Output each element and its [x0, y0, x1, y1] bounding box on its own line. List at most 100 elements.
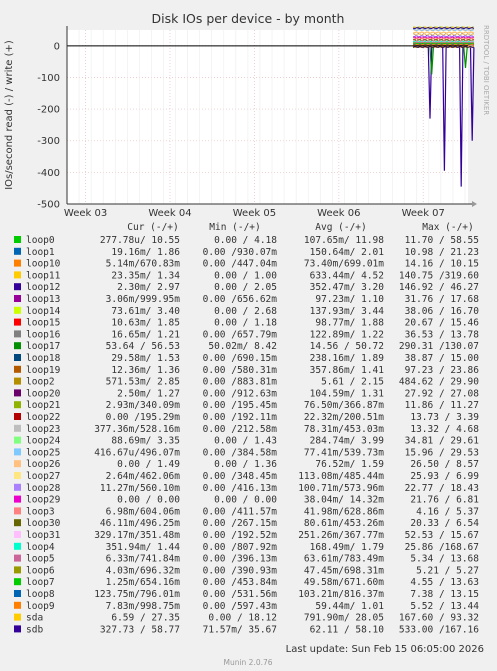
- legend-max: 484.62 / 29.90: [399, 377, 479, 388]
- legend-max: 533.00 /167.16: [399, 624, 479, 635]
- legend-min: 0.00 /348.45m: [203, 471, 278, 482]
- legend-avg: 14.56 / 50.72: [310, 341, 384, 352]
- legend-swatch-loop0: [14, 236, 21, 243]
- legend-cur: 12.36m/ 1.36: [111, 365, 180, 376]
- legend-swatch-loop31: [14, 531, 21, 538]
- legend-max: 34.81 / 29.61: [405, 436, 480, 447]
- legend-series-name: loop7: [26, 577, 55, 588]
- legend-min: 0.00 /807.92m: [203, 542, 278, 553]
- legend-cur: 351.94m/ 1.44: [106, 542, 181, 553]
- legend-max: 20.67 / 15.46: [405, 318, 480, 329]
- legend-max: 167.60 / 93.32: [399, 613, 479, 624]
- legend-series-name: loop2: [26, 377, 55, 388]
- legend-swatch-loop15: [14, 318, 21, 326]
- legend-max: 11.86 / 11.27: [405, 400, 479, 411]
- legend-avg: 122.89m/ 1.22: [310, 329, 384, 340]
- legend-series-name: loop5: [26, 554, 55, 565]
- legend-swatch-sdb: [14, 625, 21, 633]
- legend-swatch-loop24: [14, 436, 21, 444]
- legend-cur: 277.78u/ 10.55: [100, 235, 180, 246]
- legend-cur: 123.75m/796.01m: [94, 589, 180, 600]
- legend-max: 15.96 / 29.53: [405, 447, 479, 458]
- legend-header-avg: Avg (-/+): [315, 222, 366, 233]
- legend-cur: 29.58m/ 1.53: [111, 353, 180, 364]
- legend-max: 97.23 / 23.86: [405, 365, 480, 376]
- legend-max: 5.34 / 13.68: [410, 554, 479, 565]
- legend-max: 140.75 /319.60: [399, 270, 479, 281]
- x-tick-label: Week 04: [148, 208, 191, 219]
- legend-cur: 88.69m/ 3.35: [111, 436, 180, 447]
- legend-max: 52.53 / 15.67: [405, 530, 479, 541]
- legend-cur: 6.33m/741.84m: [106, 554, 181, 565]
- legend-series-name: loop27: [26, 471, 60, 482]
- legend-avg: 62.11 / 58.10: [310, 624, 385, 635]
- x-tick-label: Week 06: [317, 208, 360, 219]
- legend-series-name: loop20: [26, 388, 61, 399]
- legend-series-name: loop12: [26, 282, 60, 293]
- legend-series-name: loop15: [26, 318, 60, 329]
- legend-cur: 2.93m/340.09m: [106, 400, 181, 411]
- legend-min: 0.00 / 18.12: [208, 613, 277, 624]
- legend-header-cur: Cur (-/+): [127, 222, 178, 233]
- legend-series-name: loop24: [26, 436, 61, 447]
- legend-cur: 0.00 / 0.00: [117, 495, 180, 506]
- legend-swatch-loop19: [14, 365, 21, 373]
- x-tick-label: Week 03: [64, 208, 107, 219]
- legend-max: 38.87 / 15.00: [405, 353, 480, 364]
- y-tick-label: -100: [37, 73, 60, 84]
- legend-swatch-loop4: [14, 542, 21, 550]
- legend-min: 0.00 /396.13m: [203, 554, 278, 565]
- legend-min: 0.00 /597.43m: [203, 601, 278, 612]
- y-tick-label: -500: [37, 200, 60, 211]
- legend-max: 27.92 / 27.08: [405, 388, 480, 399]
- legend-avg: 76.52m/ 1.59: [315, 459, 384, 470]
- legend-cur: 1.25m/654.16m: [106, 577, 181, 588]
- legend-avg: 97.23m/ 1.10: [315, 294, 384, 305]
- legend-cur: 2.50m/ 1.27: [117, 388, 180, 399]
- legend-cur: 416.67u/496.07m: [94, 447, 180, 458]
- legend-min: 0.00 /192.52m: [203, 530, 278, 541]
- legend-max: 4.55 / 13.63: [410, 577, 479, 588]
- legend-avg: 103.21m/816.37m: [298, 589, 384, 600]
- legend-header-min: Min (-/+): [209, 222, 260, 233]
- legend-cur: 377.36m/528.16m: [94, 424, 180, 435]
- legend-series-name: loop3: [26, 506, 55, 517]
- y-axis-label: IOs/second read (-) / write (+): [4, 40, 15, 190]
- y-tick-label: -400: [37, 168, 60, 179]
- legend-swatch-loop17: [14, 342, 21, 350]
- legend-avg: 80.61m/453.26m: [304, 518, 384, 529]
- legend-swatch-loop20: [14, 389, 21, 397]
- legend-series-name: loop1: [26, 247, 55, 258]
- legend-swatch-loop10: [14, 259, 21, 267]
- legend-swatch-loop18: [14, 354, 21, 361]
- legend-min: 0.00 /453.84m: [203, 577, 278, 588]
- legend-swatch-loop2: [14, 377, 21, 385]
- legend-swatch-loop12: [14, 283, 21, 291]
- legend-max: 5.52 / 13.44: [410, 601, 479, 612]
- y-tick-label: -300: [37, 136, 60, 147]
- legend-min: 0.00 / 4.18: [214, 235, 277, 246]
- legend-min: 0.00 /447.04m: [203, 259, 278, 270]
- legend-cur: 2.30m/ 2.97: [117, 282, 180, 293]
- legend-avg: 78.31m/453.03m: [304, 424, 384, 435]
- legend-min: 0.00 /657.79m: [203, 329, 278, 340]
- legend-swatch-loop26: [14, 460, 21, 468]
- legend-max: 11.70 / 58.55: [405, 235, 479, 246]
- legend-swatch-loop1: [14, 247, 21, 255]
- legend-cur: 0.00 /195.29m: [106, 412, 181, 423]
- legend-cur: 6.98m/604.06m: [106, 506, 181, 517]
- legend-cur: 73.61m/ 3.40: [111, 306, 180, 317]
- x-tick-label: Week 05: [233, 208, 276, 219]
- legend-series-name: loop8: [26, 589, 55, 600]
- legend-min: 0.00 /580.31m: [203, 365, 278, 376]
- legend-min: 0.00 / 2.05: [214, 282, 277, 293]
- legend-min: 0.00 / 1.43: [214, 436, 277, 447]
- legend-series-name: loop0: [26, 235, 55, 246]
- legend-min: 0.00 /195.45m: [203, 400, 278, 411]
- legend-max: 25.93 / 6.99: [410, 471, 479, 482]
- legend-swatch-loop28: [14, 483, 21, 491]
- legend-cur: 10.63m/ 1.85: [111, 318, 180, 329]
- legend-cur: 5.14m/670.83m: [106, 259, 181, 270]
- legend-swatch-loop5: [14, 554, 21, 562]
- legend-swatch-loop9: [14, 601, 21, 609]
